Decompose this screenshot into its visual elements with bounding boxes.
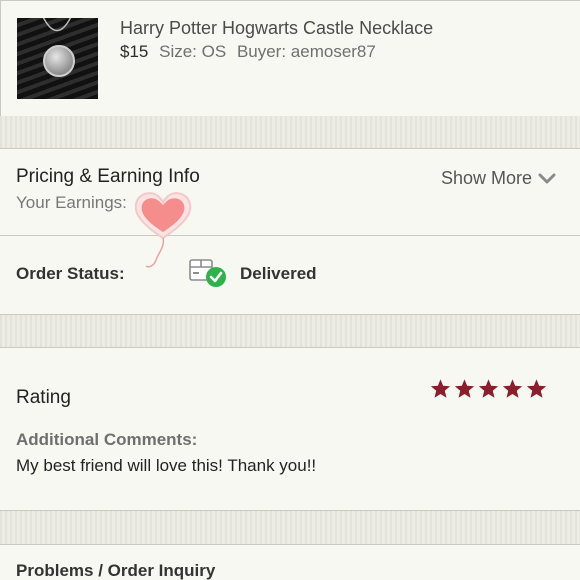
rating-section: Rating — [0, 348, 580, 510]
star-icon — [526, 379, 547, 398]
star-icon — [454, 379, 475, 398]
divider — [0, 314, 580, 315]
product-price: $15 — [120, 42, 149, 61]
product-size: Size: OS — [159, 42, 227, 61]
product-thumbnail[interactable] — [17, 18, 98, 99]
product-meta: $15 Size: OS Buyer: aemoser87 — [120, 42, 376, 62]
pricing-section: Pricing & Earning Info — [0, 149, 580, 235]
comments-text: My best friend will love this! Thank you… — [16, 456, 317, 475]
section-spacer — [0, 314, 580, 348]
star-icon — [502, 379, 523, 398]
comments-label: Additional Comments: — [16, 430, 198, 449]
problems-title[interactable]: Problems / Order Inquiry — [16, 561, 215, 580]
section-spacer — [0, 510, 580, 545]
pendant-icon — [43, 45, 75, 77]
earnings-label: Your Earnings: — [16, 193, 127, 212]
divider — [0, 510, 580, 511]
chevron-down-icon — [538, 173, 556, 183]
rating-stars — [430, 378, 547, 399]
star-icon — [478, 379, 499, 398]
pricing-title: Pricing & Earning Info — [16, 166, 200, 187]
section-spacer — [0, 116, 580, 149]
order-status-label: Order Status: — [16, 264, 125, 283]
product-buyer[interactable]: Buyer: aemoser87 — [237, 42, 376, 61]
product-title[interactable]: Harry Potter Hogwarts Castle Necklace — [120, 18, 433, 39]
show-more-button[interactable]: Show More — [441, 168, 556, 189]
delivered-box-icon — [189, 259, 226, 287]
heart-balloon-icon — [134, 192, 192, 268]
show-more-label: Show More — [440, 168, 532, 188]
rating-title: Rating — [16, 387, 71, 408]
order-status-value: Delivered — [240, 264, 317, 283]
star-icon — [430, 379, 451, 398]
